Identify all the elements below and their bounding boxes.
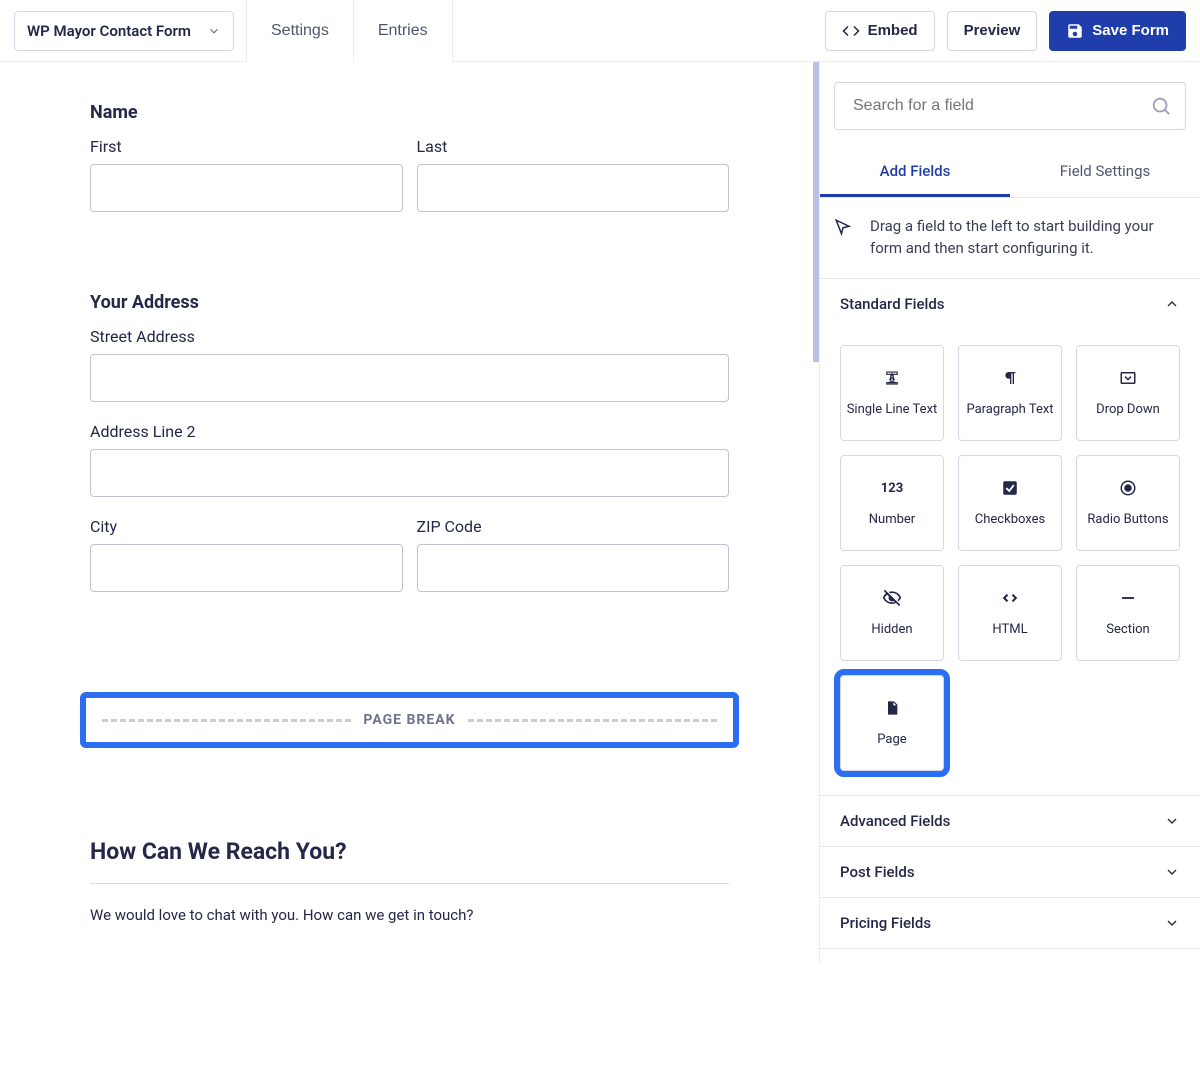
field-section[interactable]: Section [1076, 565, 1180, 661]
field-label: Page [877, 732, 906, 747]
field-label: Number [869, 512, 915, 527]
zip-input[interactable] [417, 544, 730, 592]
dash-line-right [468, 719, 717, 722]
radio-icon [1119, 478, 1137, 498]
field-label: Radio Buttons [1087, 512, 1168, 527]
hidden-icon [882, 588, 902, 608]
line2-input[interactable] [90, 449, 729, 497]
chevron-down-icon [207, 24, 221, 38]
form-canvas[interactable]: Name First Last Your Address Street Addr… [0, 62, 820, 964]
field-label: Checkboxes [975, 512, 1045, 527]
field-page[interactable]: Page [840, 675, 944, 771]
field-search [834, 82, 1186, 130]
page-break-field[interactable]: PAGE BREAK [80, 692, 739, 748]
address-field-label: Your Address [90, 292, 729, 313]
street-input[interactable] [90, 354, 729, 402]
search-input[interactable] [834, 82, 1186, 130]
section-description: We would love to chat with you. How can … [90, 906, 729, 924]
last-name-input[interactable] [417, 164, 730, 212]
advanced-fields-accordion: Advanced Fields [820, 796, 1200, 847]
help-text: Drag a field to the left to start buildi… [870, 216, 1186, 260]
main-area: Name First Last Your Address Street Addr… [0, 62, 1200, 964]
save-label: Save Form [1092, 22, 1169, 39]
standard-fields-accordion: Standard Fields Single Line Text Paragra… [820, 279, 1200, 796]
page-break-label: PAGE BREAK [363, 712, 455, 728]
save-icon [1066, 22, 1084, 40]
city-label: City [90, 517, 403, 536]
page-icon [884, 698, 900, 718]
standard-fields-label: Standard Fields [840, 295, 945, 313]
sidebar-tabs: Add Fields Field Settings [820, 148, 1200, 198]
field-radio-buttons[interactable]: Radio Buttons [1076, 455, 1180, 551]
field-hidden[interactable]: Hidden [840, 565, 944, 661]
post-fields-head[interactable]: Post Fields [820, 847, 1200, 897]
post-fields-label: Post Fields [840, 863, 915, 881]
cursor-icon [834, 218, 852, 236]
paragraph-icon [1002, 368, 1018, 388]
help-row: Drag a field to the left to start buildi… [820, 198, 1200, 279]
entries-tab[interactable]: Entries [354, 0, 453, 62]
first-name-label: First [90, 137, 403, 156]
chevron-down-icon [1164, 915, 1180, 931]
address-field[interactable]: Your Address Street Address Address Line… [90, 292, 729, 592]
field-label: Section [1106, 622, 1149, 637]
preview-button[interactable]: Preview [947, 11, 1038, 51]
pricing-fields-label: Pricing Fields [840, 914, 931, 932]
tab-add-fields[interactable]: Add Fields [820, 148, 1010, 197]
pricing-fields-accordion: Pricing Fields [820, 898, 1200, 949]
dash-line-left [102, 719, 351, 722]
field-label: Paragraph Text [966, 402, 1053, 417]
post-fields-accordion: Post Fields [820, 847, 1200, 898]
line2-label: Address Line 2 [90, 422, 729, 441]
street-label: Street Address [90, 327, 729, 346]
city-input[interactable] [90, 544, 403, 592]
tab-field-settings[interactable]: Field Settings [1010, 148, 1200, 197]
field-label: Hidden [871, 622, 912, 637]
field-single-line-text[interactable]: Single Line Text [840, 345, 944, 441]
drag-indicator [813, 62, 819, 362]
field-drop-down[interactable]: Drop Down [1076, 345, 1180, 441]
embed-button[interactable]: Embed [825, 11, 935, 51]
top-bar: WP Mayor Contact Form Settings Entries E… [0, 0, 1200, 62]
section-icon [1119, 588, 1137, 608]
form-selector-label: WP Mayor Contact Form [27, 22, 191, 40]
field-html[interactable]: HTML [958, 565, 1062, 661]
field-label: Single Line Text [847, 402, 938, 417]
field-label: Drop Down [1096, 402, 1160, 417]
pricing-fields-head[interactable]: Pricing Fields [820, 898, 1200, 948]
zip-label: ZIP Code [417, 517, 730, 536]
field-grid: Single Line Text Paragraph Text Drop Dow… [820, 329, 1200, 795]
dropdown-icon [1119, 368, 1137, 388]
checkbox-icon [1001, 478, 1019, 498]
text-icon [883, 368, 901, 388]
advanced-fields-label: Advanced Fields [840, 812, 950, 830]
html-icon [1000, 588, 1020, 608]
first-name-input[interactable] [90, 164, 403, 212]
name-field[interactable]: Name First Last [90, 102, 729, 212]
field-number[interactable]: 123 Number [840, 455, 944, 551]
field-checkboxes[interactable]: Checkboxes [958, 455, 1062, 551]
right-sidebar: Add Fields Field Settings Drag a field t… [820, 62, 1200, 964]
code-icon [842, 22, 860, 40]
chevron-down-icon [1164, 813, 1180, 829]
search-icon [1150, 95, 1172, 117]
embed-label: Embed [868, 22, 918, 39]
section-separator [90, 883, 729, 884]
section-title[interactable]: How Can We Reach You? [90, 838, 729, 865]
save-form-button[interactable]: Save Form [1049, 11, 1186, 51]
name-field-label: Name [90, 102, 729, 123]
chevron-down-icon [1164, 864, 1180, 880]
field-label: HTML [992, 622, 1027, 637]
settings-tab[interactable]: Settings [246, 0, 354, 62]
field-paragraph-text[interactable]: Paragraph Text [958, 345, 1062, 441]
advanced-fields-head[interactable]: Advanced Fields [820, 796, 1200, 846]
number-icon: 123 [881, 478, 903, 498]
last-name-label: Last [417, 137, 730, 156]
form-selector[interactable]: WP Mayor Contact Form [14, 11, 234, 51]
standard-fields-head[interactable]: Standard Fields [820, 279, 1200, 329]
chevron-up-icon [1164, 296, 1180, 312]
